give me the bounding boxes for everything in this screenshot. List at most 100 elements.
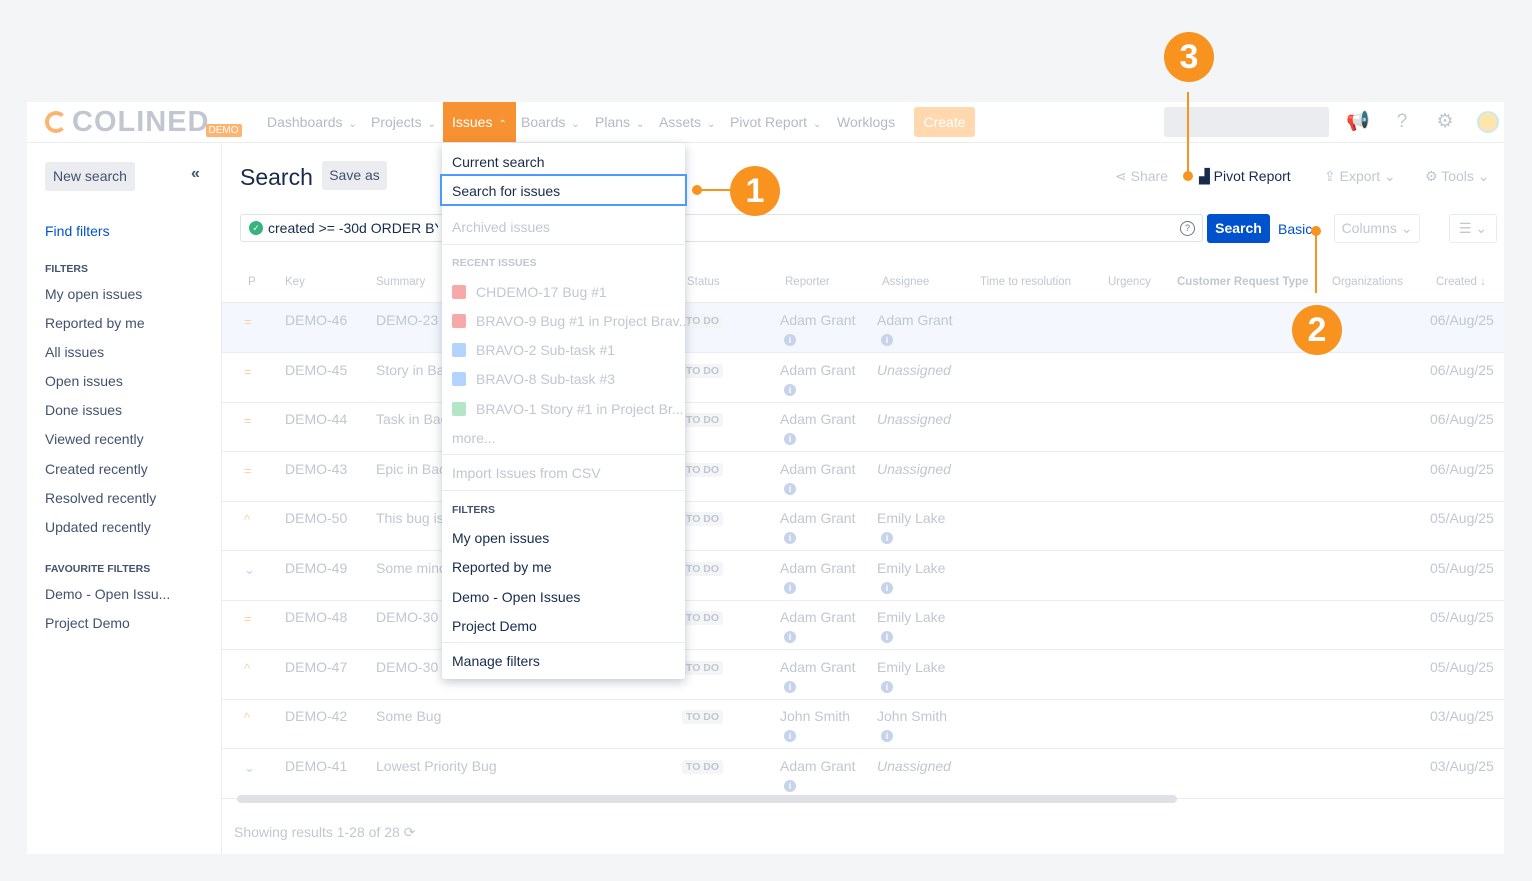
menu-item-filter[interactable]: Demo - Open Issues — [452, 589, 580, 605]
sidebar-filter-open-issues[interactable]: Open issues — [45, 373, 123, 389]
issue-summary[interactable]: DEMO-23 / — [376, 312, 446, 328]
sidebar-filter-updated-recently[interactable]: Updated recently — [45, 519, 151, 535]
nav-plans[interactable]: Plans ⌄ — [595, 102, 644, 142]
issue-key[interactable]: DEMO-46 — [285, 312, 347, 328]
menu-item-filter[interactable]: Reported by me — [452, 559, 552, 575]
menu-item-filter[interactable]: Project Demo — [452, 618, 537, 634]
issue-summary[interactable]: Some minor — [376, 560, 451, 576]
reporter[interactable]: Adam Grant — [780, 362, 855, 378]
jql-input[interactable]: ✓ created >= -30d ORDER BY c ? — [240, 214, 1203, 242]
issue-summary[interactable]: Lowest Priority Bug — [376, 758, 497, 774]
issue-key[interactable]: DEMO-43 — [285, 461, 347, 477]
tools-button[interactable]: ⚙ Tools ⌄ — [1425, 168, 1490, 185]
collapse-sidebar-icon[interactable]: « — [191, 165, 200, 183]
info-icon[interactable]: i — [881, 680, 893, 693]
issue-key[interactable]: DEMO-42 — [285, 708, 347, 724]
column-header[interactable]: Created ↓ — [1436, 276, 1486, 288]
info-icon[interactable]: i — [881, 334, 893, 346]
menu-item-manage-filters[interactable]: Manage filters — [452, 653, 540, 669]
reporter[interactable]: Adam Grant — [780, 510, 855, 526]
issue-key[interactable]: DEMO-48 — [285, 609, 347, 625]
table-row[interactable]: = DEMO-44 Task in Back TO DO Adam Grant i Unas… — [222, 402, 1504, 452]
nav-dashboards[interactable]: Dashboards ⌄ — [267, 102, 357, 142]
menu-item-more[interactable]: more... — [452, 430, 496, 446]
info-icon[interactable]: i — [784, 482, 796, 495]
issue-summary[interactable]: DEMO-30 / — [376, 609, 446, 625]
issue-key[interactable]: DEMO-49 — [285, 560, 347, 576]
column-header[interactable]: Organizations — [1332, 276, 1403, 288]
assignee[interactable]: Adam Grant — [877, 312, 952, 328]
find-filters-link[interactable]: Find filters — [45, 223, 110, 239]
nav-assets[interactable]: Assets ⌄ — [659, 102, 715, 142]
nav-pivot-report[interactable]: Pivot Report ⌄ — [730, 102, 821, 142]
table-row[interactable]: = DEMO-48 DEMO-30 / TO DO Adam Grant i Emily L… — [222, 600, 1504, 650]
info-icon[interactable]: i — [784, 532, 796, 544]
reporter[interactable]: Adam Grant — [780, 411, 855, 427]
assignee[interactable]: Unassigned — [877, 411, 951, 427]
nav-issues[interactable]: Issues ⌃ — [443, 102, 516, 142]
help-icon[interactable]: ? — [1390, 110, 1414, 134]
new-search-button[interactable]: New search — [45, 162, 135, 191]
table-row[interactable]: ^ DEMO-42 Some Bug TO DO John Smith i John Smi… — [222, 699, 1504, 749]
menu-item-filter[interactable]: My open issues — [452, 530, 549, 546]
issue-key[interactable]: DEMO-50 — [285, 510, 347, 526]
sidebar-filter-resolved-recently[interactable]: Resolved recently — [45, 490, 156, 506]
menu-item-import-csv[interactable]: Import Issues from CSV — [452, 465, 601, 481]
reporter[interactable]: Adam Grant — [780, 461, 855, 477]
issue-summary[interactable]: DEMO-30 / — [376, 659, 446, 675]
menu-item-recent-issue[interactable]: CHDEMO-17 Bug #1 — [452, 284, 607, 300]
column-header[interactable]: Customer Request Type — [1177, 276, 1308, 288]
info-icon[interactable]: i — [784, 631, 796, 643]
info-icon[interactable]: i — [784, 730, 796, 742]
logo[interactable]: COLINED DEMO — [45, 106, 242, 138]
reporter[interactable]: John Smith — [780, 708, 850, 724]
sidebar-filter-reported-by-me[interactable]: Reported by me — [45, 315, 145, 331]
assignee[interactable]: Unassigned — [877, 362, 951, 378]
save-as-button[interactable]: Save as — [322, 161, 387, 190]
info-icon[interactable]: i — [784, 383, 796, 396]
avatar[interactable] — [1477, 111, 1499, 133]
info-icon[interactable]: i — [881, 532, 893, 544]
sidebar-filter-created-recently[interactable]: Created recently — [45, 461, 148, 477]
info-icon[interactable]: i — [784, 334, 796, 346]
basic-mode-link[interactable]: Basic — [1278, 221, 1312, 237]
reporter[interactable]: Adam Grant — [780, 609, 855, 625]
info-icon[interactable]: i — [784, 680, 796, 693]
assignee[interactable]: Emily Lake — [877, 510, 945, 526]
sidebar-filter-done-issues[interactable]: Done issues — [45, 402, 122, 418]
assignee[interactable]: Unassigned — [877, 758, 951, 774]
share-button[interactable]: ⋖ Share — [1115, 168, 1168, 185]
reporter[interactable]: Adam Grant — [780, 312, 855, 328]
table-row[interactable]: = DEMO-43 Epic in Back TO DO Adam Grant i Unas… — [222, 452, 1504, 502]
column-header[interactable]: Time to resolution — [980, 276, 1071, 288]
sidebar-filter-all-issues[interactable]: All issues — [45, 344, 104, 360]
sidebar-filter-viewed-recently[interactable]: Viewed recently — [45, 431, 144, 447]
menu-item-current-search[interactable]: Current search — [452, 154, 545, 170]
assignee[interactable]: Emily Lake — [877, 659, 945, 675]
info-icon[interactable]: i — [784, 581, 796, 594]
table-row[interactable]: = DEMO-45 Story in Bac TO DO Adam Grant i Unas… — [222, 353, 1504, 403]
assignee[interactable]: Emily Lake — [877, 609, 945, 625]
nav-boards[interactable]: Boards ⌄ — [521, 102, 580, 142]
column-header[interactable]: Summary — [376, 276, 425, 288]
menu-item-archived-issues[interactable]: Archived issues — [452, 219, 550, 235]
column-header[interactable]: Status — [687, 276, 720, 288]
columns-button[interactable]: Columns ⌄ — [1334, 214, 1420, 243]
megaphone-icon[interactable]: 📢 — [1346, 110, 1370, 134]
reporter[interactable]: Adam Grant — [780, 758, 855, 774]
column-header[interactable]: Urgency — [1108, 276, 1151, 288]
assignee[interactable]: Unassigned — [877, 461, 951, 477]
column-header[interactable]: Assignee — [882, 276, 929, 288]
menu-item-recent-issue[interactable]: BRAVO-8 Sub-task #3 — [452, 371, 615, 387]
table-row[interactable]: ^ DEMO-50 This bug is c TO DO Adam Grant i Emi… — [222, 501, 1504, 551]
refresh-icon[interactable]: ⟳ — [404, 824, 416, 840]
menu-item-recent-issue[interactable]: BRAVO-2 Sub-task #1 — [452, 342, 615, 358]
help-icon[interactable]: ? — [1180, 221, 1195, 236]
horizontal-scrollbar[interactable] — [237, 795, 1177, 803]
create-button[interactable]: Create — [914, 107, 975, 137]
info-icon[interactable]: i — [784, 433, 796, 445]
sidebar-favourite-demo[interactable]: Demo - Open Issu... — [45, 586, 170, 602]
issue-key[interactable]: DEMO-45 — [285, 362, 347, 378]
issue-summary[interactable]: Story in Bac — [376, 362, 451, 378]
nav-worklogs[interactable]: Worklogs — [837, 102, 895, 142]
